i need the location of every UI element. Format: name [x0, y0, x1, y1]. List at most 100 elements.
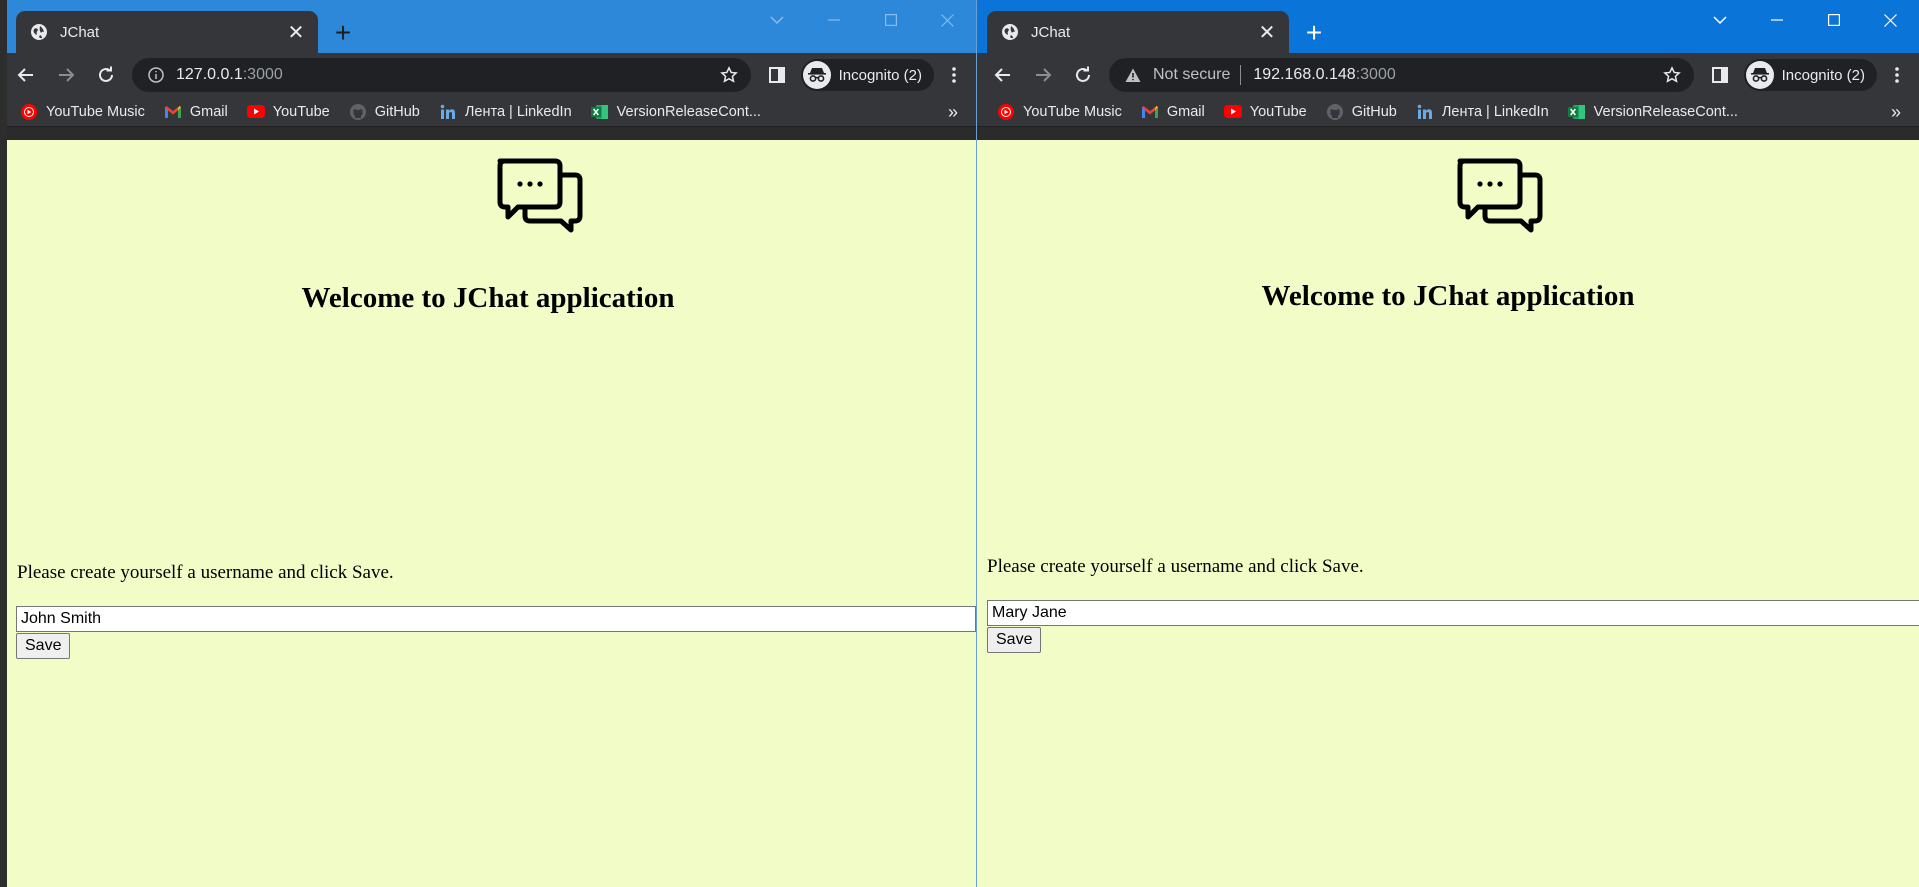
- gmail-icon: [1141, 103, 1159, 121]
- window-controls: [748, 0, 976, 40]
- reload-button[interactable]: [1065, 57, 1101, 93]
- browser-window-right: JChat ✕ + Not secure 192.168.0.148:3000: [976, 0, 1919, 887]
- tab-title: JChat: [60, 23, 100, 41]
- close-window-button[interactable]: [919, 0, 976, 40]
- desktop-screen: JChat ✕ + 127.0.0.1:3000 Incognito (2) …: [0, 0, 1919, 887]
- page-content: Welcome to JChat application Please crea…: [977, 140, 1919, 887]
- tab-search-button[interactable]: [1691, 0, 1748, 40]
- bookmark-label: GitHub: [1351, 103, 1397, 120]
- info-icon[interactable]: [146, 65, 166, 85]
- title-bar: JChat ✕ +: [977, 0, 1919, 53]
- bookmark-linkedin[interactable]: Лента | LinkedIn: [439, 103, 572, 121]
- excel-icon: [1567, 103, 1586, 121]
- warning-icon[interactable]: [1123, 65, 1143, 85]
- bookmark-youtube[interactable]: YouTube: [246, 103, 330, 121]
- youtube-icon: [1223, 103, 1242, 121]
- new-tab-button[interactable]: +: [1299, 17, 1329, 48]
- incognito-profile-button[interactable]: Incognito (2): [1743, 59, 1877, 91]
- bookmark-label: YouTube: [1249, 103, 1307, 120]
- bookmark-star-icon[interactable]: [717, 63, 741, 87]
- side-panel-icon[interactable]: [759, 57, 795, 93]
- github-icon: [349, 103, 367, 121]
- linkedin-icon: [439, 103, 457, 121]
- bookmark-youtube-music[interactable]: YouTube Music: [20, 103, 145, 121]
- address-bar[interactable]: Not secure 192.168.0.148:3000: [1109, 58, 1694, 92]
- incognito-label: Incognito (2): [838, 66, 922, 84]
- chat-bubbles-icon: [497, 158, 583, 233]
- maximize-button[interactable]: [1805, 0, 1862, 40]
- bookmark-youtube-music[interactable]: YouTube Music: [997, 103, 1122, 121]
- username-input[interactable]: [987, 600, 1919, 626]
- linkedin-icon: [1416, 103, 1434, 121]
- reload-button[interactable]: [88, 57, 124, 93]
- close-tab-icon[interactable]: ✕: [284, 20, 308, 44]
- username-prompt: Please create yourself a username and cl…: [17, 562, 394, 583]
- bookmark-label: VersionReleaseCont...: [1593, 103, 1738, 120]
- bookmark-github[interactable]: GitHub: [349, 103, 420, 121]
- back-button[interactable]: [8, 57, 44, 93]
- browser-toolbar: 127.0.0.1:3000 Incognito (2): [0, 53, 976, 97]
- bookmark-gmail[interactable]: Gmail: [164, 103, 228, 121]
- bookmarks-overflow-button[interactable]: »: [948, 102, 958, 123]
- globe-icon: [1001, 23, 1019, 41]
- bookmark-star-icon[interactable]: [1660, 63, 1684, 87]
- bookmark-label: GitHub: [374, 103, 420, 120]
- youtube-music-icon: [997, 103, 1015, 121]
- incognito-profile-button[interactable]: Incognito (2): [800, 59, 934, 91]
- bookmark-label: YouTube: [272, 103, 330, 120]
- chat-bubbles-icon: [1457, 158, 1543, 233]
- url-port: :3000: [1355, 66, 1396, 83]
- minimize-button[interactable]: [1748, 0, 1805, 40]
- youtube-icon: [246, 103, 265, 121]
- forward-button[interactable]: [48, 57, 84, 93]
- maximize-button[interactable]: [862, 0, 919, 40]
- browser-tab[interactable]: JChat ✕: [16, 11, 318, 53]
- side-panel-icon[interactable]: [1702, 57, 1738, 93]
- incognito-label: Incognito (2): [1781, 66, 1865, 84]
- bookmark-label: VersionReleaseCont...: [616, 103, 761, 120]
- globe-icon: [30, 23, 48, 41]
- bookmarks-bar: YouTube Music Gmail YouTube GitHub Лента…: [0, 97, 976, 127]
- excel-icon: [590, 103, 609, 121]
- close-tab-icon[interactable]: ✕: [1255, 20, 1279, 44]
- back-button[interactable]: [985, 57, 1021, 93]
- bookmark-youtube[interactable]: YouTube: [1223, 103, 1307, 121]
- browser-toolbar: Not secure 192.168.0.148:3000 Incognito …: [977, 53, 1919, 97]
- bookmark-label: YouTube Music: [1023, 103, 1122, 120]
- bookmark-github[interactable]: GitHub: [1326, 103, 1397, 121]
- bookmark-label: Лента | LinkedIn: [464, 103, 572, 120]
- tab-title: JChat: [1031, 23, 1071, 41]
- minimize-button[interactable]: [805, 0, 862, 40]
- url-port: :3000: [242, 66, 283, 83]
- menu-dots-icon[interactable]: [1883, 57, 1911, 93]
- browser-tab[interactable]: JChat ✕: [987, 11, 1289, 53]
- page-title: Welcome to JChat application: [1261, 280, 1635, 312]
- window-controls: [1691, 0, 1919, 40]
- page-title: Welcome to JChat application: [301, 282, 675, 314]
- youtube-music-icon: [20, 103, 38, 121]
- bookmark-version-release[interactable]: VersionReleaseCont...: [590, 103, 761, 121]
- bookmark-label: Gmail: [1166, 103, 1205, 120]
- bookmark-gmail[interactable]: Gmail: [1141, 103, 1205, 121]
- save-button[interactable]: Save: [16, 633, 71, 659]
- url-host: 127.0.0.1: [176, 66, 243, 83]
- forward-button[interactable]: [1025, 57, 1061, 93]
- username-input[interactable]: [16, 606, 976, 632]
- bookmark-version-release[interactable]: VersionReleaseCont...: [1567, 103, 1738, 121]
- address-bar[interactable]: 127.0.0.1:3000: [132, 58, 751, 92]
- close-window-button[interactable]: [1862, 0, 1919, 40]
- menu-dots-icon[interactable]: [940, 57, 968, 93]
- address-separator: [1240, 65, 1242, 85]
- page-content: Welcome to JChat application Please crea…: [0, 140, 976, 887]
- not-secure-label[interactable]: Not secure: [1153, 66, 1230, 84]
- save-button[interactable]: Save: [987, 627, 1042, 653]
- tab-search-button[interactable]: [748, 0, 805, 40]
- gmail-icon: [164, 103, 182, 121]
- bookmark-linkedin[interactable]: Лента | LinkedIn: [1416, 103, 1549, 121]
- username-prompt: Please create yourself a username and cl…: [987, 556, 1364, 577]
- bookmarks-overflow-button[interactable]: »: [1891, 102, 1901, 123]
- new-tab-button[interactable]: +: [328, 17, 358, 48]
- bookmark-label: YouTube Music: [46, 103, 145, 120]
- browser-window-left: JChat ✕ + 127.0.0.1:3000 Incognito (2) …: [0, 0, 976, 887]
- bookmark-label: Gmail: [189, 103, 228, 120]
